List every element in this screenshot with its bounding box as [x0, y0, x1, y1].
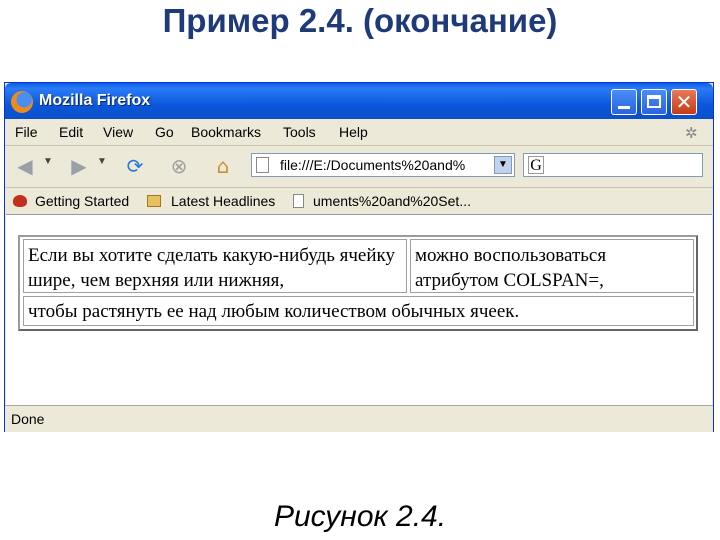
- page-icon: [293, 194, 304, 208]
- menu-tools[interactable]: Tools: [283, 124, 316, 140]
- slide-title: Пример 2.4. (окончание): [162, 2, 558, 39]
- table-cell: можно воспользоваться атрибутом COLSPAN=…: [410, 239, 694, 293]
- google-search-icon[interactable]: G: [528, 156, 544, 174]
- menu-bookmarks[interactable]: Bookmarks: [191, 124, 261, 140]
- table-cell: Если вы хотите сделать какую-нибудь ячей…: [23, 239, 407, 293]
- minimize-button[interactable]: [611, 89, 637, 115]
- maximize-button[interactable]: [641, 89, 667, 115]
- url-bar[interactable]: file:///E:/Documents%20and% ▼: [251, 153, 515, 177]
- figure-caption: Рисунок 2.4.: [273, 500, 447, 533]
- menu-go[interactable]: Go: [155, 124, 174, 140]
- home-icon[interactable]: ⌂: [211, 154, 235, 178]
- url-text[interactable]: file:///E:/Documents%20and%: [280, 157, 484, 173]
- bookmark-documents[interactable]: uments%20and%20Set...: [313, 193, 471, 209]
- menu-view[interactable]: View: [103, 124, 133, 140]
- bookmark-getting-started[interactable]: Getting Started: [35, 193, 129, 209]
- close-button[interactable]: ✕: [671, 89, 697, 115]
- throbber-icon: ✲: [685, 125, 698, 142]
- menu-file[interactable]: File: [15, 124, 38, 140]
- reload-icon[interactable]: ⟳: [123, 154, 147, 178]
- close-icon: ✕: [675, 90, 693, 114]
- forward-dropdown-icon[interactable]: ▼: [97, 156, 107, 167]
- back-icon[interactable]: ◀: [13, 154, 37, 178]
- bookmark-latest-headlines[interactable]: Latest Headlines: [171, 193, 275, 209]
- firefox-bookmark-icon: [13, 195, 27, 207]
- menu-bar: File Edit View Go Bookmarks Tools Help ✲: [5, 120, 713, 144]
- window-title: Mozilla Firefox: [39, 92, 151, 109]
- url-dropdown-icon[interactable]: ▼: [494, 156, 512, 174]
- folder-icon: [147, 195, 161, 207]
- menu-help[interactable]: Help: [339, 124, 368, 140]
- page-icon: [256, 157, 269, 173]
- status-bar: Done: [5, 405, 713, 432]
- back-dropdown-icon[interactable]: ▼: [43, 156, 53, 167]
- menu-edit[interactable]: Edit: [59, 124, 83, 140]
- firefox-icon: [11, 91, 33, 113]
- html-table: Если вы хотите сделать какую-нибудь ячей…: [18, 235, 698, 331]
- maximize-icon: [647, 95, 661, 108]
- page-content: Если вы хотите сделать какую-нибудь ячей…: [6, 214, 712, 405]
- table-cell-colspan: чтобы растянуть ее над любым количеством…: [23, 296, 694, 326]
- stop-icon[interactable]: ⊗: [167, 154, 191, 178]
- browser-window: Mozilla Firefox ✕ File Edit View Go Book…: [4, 82, 714, 432]
- status-text: Done: [11, 411, 45, 427]
- forward-icon[interactable]: ▶: [67, 154, 91, 178]
- bookmarks-toolbar: Getting Started Latest Headlines uments%…: [5, 187, 713, 214]
- minimize-icon: [618, 106, 630, 109]
- title-bar[interactable]: Mozilla Firefox ✕: [5, 83, 713, 119]
- search-box[interactable]: G: [523, 153, 703, 177]
- navigation-toolbar: ◀ ▼ ▶ ▼ ⟳ ⊗ ⌂ file:///E:/Documents%20and…: [5, 145, 713, 186]
